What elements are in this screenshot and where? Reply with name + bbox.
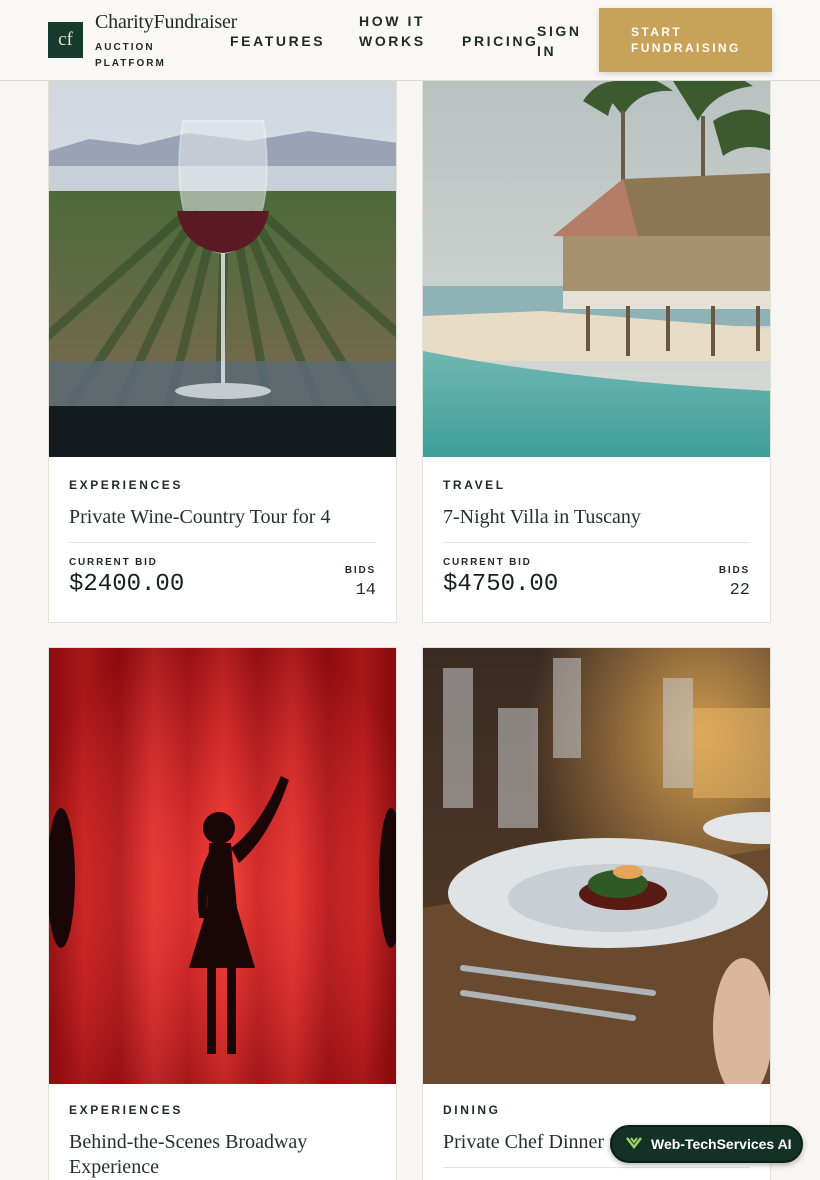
auction-card-wine-tour[interactable]: EXPERIENCES Private Wine-Country Tour fo…: [48, 60, 397, 623]
chevron-logo-icon: [626, 1136, 642, 1152]
badge-label: Web-TechServices AI: [651, 1136, 792, 1152]
nav-features[interactable]: FEATURES: [230, 31, 325, 51]
auction-card-private-chef[interactable]: DINING Private Chef Dinner f: [422, 647, 771, 1180]
bids-count: 22: [729, 581, 750, 600]
current-bid-value: $4750.00: [443, 571, 559, 598]
card-title[interactable]: Behind-the-Scenes Broadway Experience: [69, 1130, 376, 1180]
beach-villa-image: [423, 61, 770, 457]
start-fundraising-button[interactable]: START FUNDRAISING: [599, 8, 772, 72]
bids-label: BIDS: [344, 565, 376, 576]
card-title[interactable]: Private Wine-Country Tour for 4: [69, 505, 376, 530]
current-bid-label: CURRENT BID: [69, 557, 158, 568]
current-bid-label: CURRENT BID: [443, 557, 532, 568]
card-divider: [443, 1167, 750, 1168]
brand-name[interactable]: CharityFundraiser: [95, 11, 237, 34]
card-category: DINING: [443, 1103, 501, 1117]
nav-pricing[interactable]: PRICING: [462, 31, 539, 51]
nav-how-it-works[interactable]: HOW IT WORKS: [359, 11, 429, 51]
bids-count: 14: [355, 581, 376, 600]
card-title[interactable]: 7-Night Villa in Tuscany: [443, 505, 750, 530]
card-category: EXPERIENCES: [69, 478, 183, 492]
theater-curtain-image: [49, 648, 396, 1084]
bids-label: BIDS: [718, 565, 750, 576]
fine-dining-image: [423, 648, 770, 1084]
site-header: cf CharityFundraiser AUCTION PLATFORM FE…: [0, 0, 820, 81]
auction-card-broadway[interactable]: EXPERIENCES Behind-the-Scenes Broadway E…: [48, 647, 397, 1180]
auction-card-tuscany-villa[interactable]: TRAVEL 7-Night Villa in Tuscany CURRENT …: [422, 60, 771, 623]
current-bid-value: $2400.00: [69, 571, 185, 598]
nav-sign-in[interactable]: SIGN IN: [537, 21, 587, 61]
brand-tagline: AUCTION PLATFORM: [95, 42, 166, 69]
card-category: TRAVEL: [443, 478, 506, 492]
web-techservices-badge[interactable]: Web-TechServices AI: [610, 1125, 803, 1163]
logo-mark[interactable]: cf: [48, 22, 83, 58]
card-category: EXPERIENCES: [69, 1103, 183, 1117]
wine-vineyard-image: [49, 61, 396, 457]
